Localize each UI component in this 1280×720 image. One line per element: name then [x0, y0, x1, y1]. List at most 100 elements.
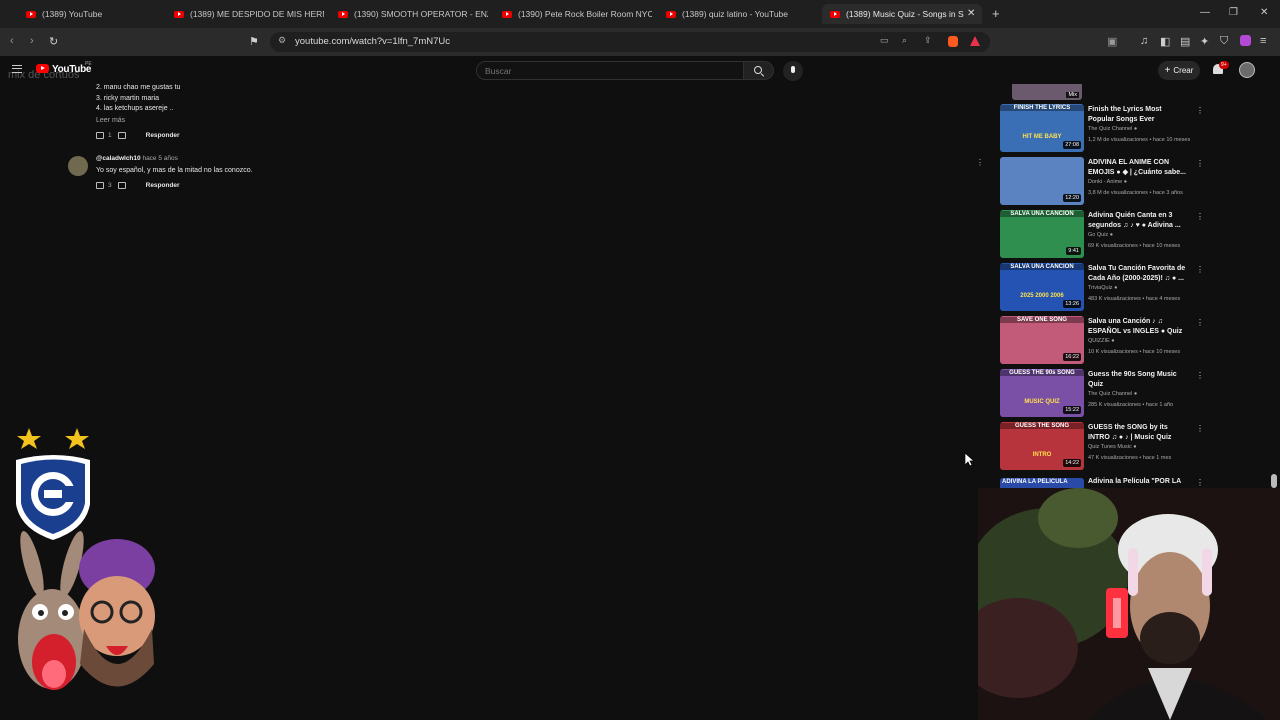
recommended-video[interactable]: GUESS THE 90s SONG MUSIC QUIZ 15:22 Guess t…: [1000, 369, 1210, 419]
sidebar-toggle-icon[interactable]: ▣: [1107, 35, 1117, 48]
leo-ai-icon[interactable]: [1240, 35, 1251, 46]
vpn-icon[interactable]: ⛉: [1220, 35, 1228, 48]
browser-menu-icon[interactable]: ≡: [1260, 35, 1266, 47]
video-thumbnail[interactable]: SALVA UNA CANCIÓN 2025 2000 2006 13:26: [1000, 263, 1084, 311]
like-icon[interactable]: [96, 182, 104, 189]
cast-icon[interactable]: ▭: [880, 35, 889, 46]
zoom-icon[interactable]: ⌕: [902, 35, 907, 46]
channel-label[interactable]: Go Quiz: [1088, 232, 1108, 238]
video-thumbnail[interactable]: GUESS THE SONG INTRO 14:22: [1000, 422, 1084, 470]
video-thumbnail[interactable]: SAVE ONE SONG 16:22: [1000, 316, 1084, 364]
new-tab-icon[interactable]: +: [992, 6, 1000, 21]
hamburger-menu-icon[interactable]: [12, 65, 22, 73]
reply-button[interactable]: Responder: [146, 132, 180, 139]
more-actions-icon[interactable]: ⋮: [1196, 106, 1204, 115]
channel-label[interactable]: The Quiz Channel: [1088, 391, 1132, 397]
browser-tab[interactable]: (1389) ME DESPIDO DE MIS HERMAN: [174, 4, 324, 24]
recommended-video[interactable]: SAVE ONE SONG 16:22 Salva una Canción ♪ ♫ …: [1000, 316, 1210, 366]
create-button[interactable]: + Crear: [1158, 61, 1200, 80]
channel-label[interactable]: Donki - Anime: [1088, 179, 1122, 185]
channel-name[interactable]: Go Quiz ●: [1088, 232, 1113, 238]
recommended-video[interactable]: SALVA UNA CANCIÓN 2025 2000 2006 13:26 Salv…: [1000, 263, 1210, 313]
channel-name[interactable]: The Quiz Channel ●: [1088, 126, 1137, 132]
comment-author[interactable]: @caladwlch10 hace 5 años: [96, 155, 178, 162]
bookmark-icon[interactable]: ⚑: [249, 35, 259, 48]
close-tab-icon[interactable]: ✕: [967, 8, 975, 19]
more-actions-icon[interactable]: ⋮: [1196, 424, 1204, 433]
browser-tab[interactable]: (1389) YouTube: [26, 4, 176, 24]
comment-timestamp[interactable]: hace 5 años: [142, 155, 177, 162]
video-thumbnail[interactable]: FINISH THE LYRICS HIT ME BABY 27:08: [1000, 104, 1084, 152]
channel-label[interactable]: The Quiz Channel: [1088, 126, 1132, 132]
more-actions-icon[interactable]: ⋮: [1196, 265, 1204, 274]
video-duration: 15:22: [1063, 406, 1081, 414]
comment-handle[interactable]: @caladwlch10: [96, 155, 141, 162]
search-button[interactable]: [744, 61, 774, 80]
account-avatar[interactable]: [1239, 62, 1255, 78]
comment-text: Yo soy español, y mas de la mitad no las…: [96, 167, 253, 174]
browser-tab-active[interactable]: (1389) Music Quiz - Songs in Sp: [822, 4, 982, 24]
youtube-logo-icon[interactable]: [36, 64, 49, 73]
wallet-icon[interactable]: ▤: [1180, 35, 1190, 48]
restore-icon[interactable]: ❐: [1229, 7, 1238, 18]
more-actions-icon[interactable]: ⋮: [1196, 318, 1204, 327]
partial-thumbnail[interactable]: Mix: [1012, 84, 1082, 100]
video-title[interactable]: Finish the Lyrics Most Popular Songs Eve…: [1088, 105, 1188, 125]
partial-thumbnail[interactable]: ADIVINA LA PELÍCULA: [1000, 478, 1084, 488]
channel-name[interactable]: TriviaQuiz ●: [1088, 285, 1117, 291]
brave-shields-icon[interactable]: [948, 36, 958, 47]
channel-label[interactable]: TriviaQuiz: [1088, 285, 1113, 291]
video-thumbnail[interactable]: 12:20: [1000, 157, 1084, 205]
search-box[interactable]: [476, 61, 744, 80]
address-bar[interactable]: ⚙ youtube.com/watch?v=1lfn_7mN7Uc ▭ ⌕ ⇪: [270, 32, 990, 52]
channel-name[interactable]: QUIZZIE ●: [1088, 338, 1115, 344]
more-actions-icon[interactable]: ⋮: [1196, 478, 1204, 487]
video-title[interactable]: GUESS the SONG by its INTRO ♫ ● ♪ | Musi…: [1088, 423, 1188, 443]
dislike-icon[interactable]: [117, 132, 126, 139]
browser-tab[interactable]: (1390) Pete Rock Boiler Room NYC D: [502, 4, 652, 24]
voice-search-icon[interactable]: [783, 61, 803, 81]
video-title[interactable]: Adivina Quién Canta en 3 segundos ♫ ♪ ♥ …: [1088, 211, 1188, 231]
more-actions-icon[interactable]: ⋮: [1196, 159, 1204, 168]
recommended-video[interactable]: GUESS THE SONG INTRO 14:22 GUESS the SONG b…: [1000, 422, 1210, 472]
video-duration: 16:22: [1063, 353, 1081, 361]
channel-name[interactable]: Quiz Tunes Music ●: [1088, 444, 1137, 450]
browser-tab[interactable]: (1390) SMOOTH OPERATOR - ENZO: [338, 4, 488, 24]
read-more-link[interactable]: Leer más: [96, 117, 125, 124]
site-info-icon[interactable]: ⚙: [278, 35, 286, 46]
channel-label[interactable]: Quiz Tunes Music: [1088, 444, 1132, 450]
video-title[interactable]: Salva Tu Canción Favorita de Cada Año (2…: [1088, 264, 1188, 284]
page-scrollbar[interactable]: [1271, 474, 1277, 488]
video-thumbnail[interactable]: GUESS THE 90s SONG MUSIC QUIZ 15:22: [1000, 369, 1084, 417]
video-thumbnail[interactable]: SALVA UNA CANCIÓN 9:41: [1000, 210, 1084, 258]
back-icon[interactable]: ‹: [10, 35, 14, 47]
video-title[interactable]: Adivina la Película "POR LA: [1088, 478, 1181, 485]
channel-name[interactable]: The Quiz Channel ●: [1088, 391, 1137, 397]
video-title[interactable]: ADIVINA EL ANIME CON EMOJIS ● ◆ | ¿Cuánt…: [1088, 158, 1188, 178]
brave-rewards-icon[interactable]: [970, 36, 980, 46]
recommended-video[interactable]: 12:20 ADIVINA EL ANIME CON EMOJIS ● ◆ | ¿…: [1000, 157, 1210, 207]
more-actions-icon[interactable]: ⋮: [1196, 371, 1204, 380]
browser-tab[interactable]: (1389) quiz latino - YouTube: [666, 4, 816, 24]
reply-button[interactable]: Responder: [146, 182, 180, 189]
reload-icon[interactable]: ↻: [49, 35, 58, 48]
split-view-icon[interactable]: ◧: [1160, 35, 1170, 48]
music-extension-icon[interactable]: ♫: [1140, 35, 1148, 47]
channel-name[interactable]: Donki - Anime ●: [1088, 179, 1127, 185]
video-title[interactable]: Salva una Canción ♪ ♫ ESPAÑOL vs INGLES …: [1088, 317, 1188, 337]
search-input[interactable]: [485, 66, 725, 76]
extensions-icon[interactable]: ✦: [1200, 35, 1209, 48]
more-actions-icon[interactable]: ⋮: [1196, 212, 1204, 221]
dislike-icon[interactable]: [117, 182, 126, 189]
video-title[interactable]: Guess the 90s Song Music Quiz: [1088, 370, 1188, 390]
minimize-icon[interactable]: —: [1200, 7, 1210, 18]
like-icon[interactable]: [96, 132, 104, 139]
window-close-icon[interactable]: ✕: [1260, 7, 1268, 18]
forward-icon[interactable]: ›: [30, 35, 34, 47]
recommended-video[interactable]: SALVA UNA CANCIÓN 9:41 Adivina Quién Canta…: [1000, 210, 1210, 260]
recommended-video[interactable]: FINISH THE LYRICS HIT ME BABY 27:08 Finish …: [1000, 104, 1210, 154]
channel-label[interactable]: QUIZZIE: [1088, 338, 1110, 344]
comment-more-icon[interactable]: ⋮: [976, 158, 984, 167]
commenter-avatar[interactable]: [68, 156, 88, 176]
share-icon[interactable]: ⇪: [924, 35, 932, 46]
